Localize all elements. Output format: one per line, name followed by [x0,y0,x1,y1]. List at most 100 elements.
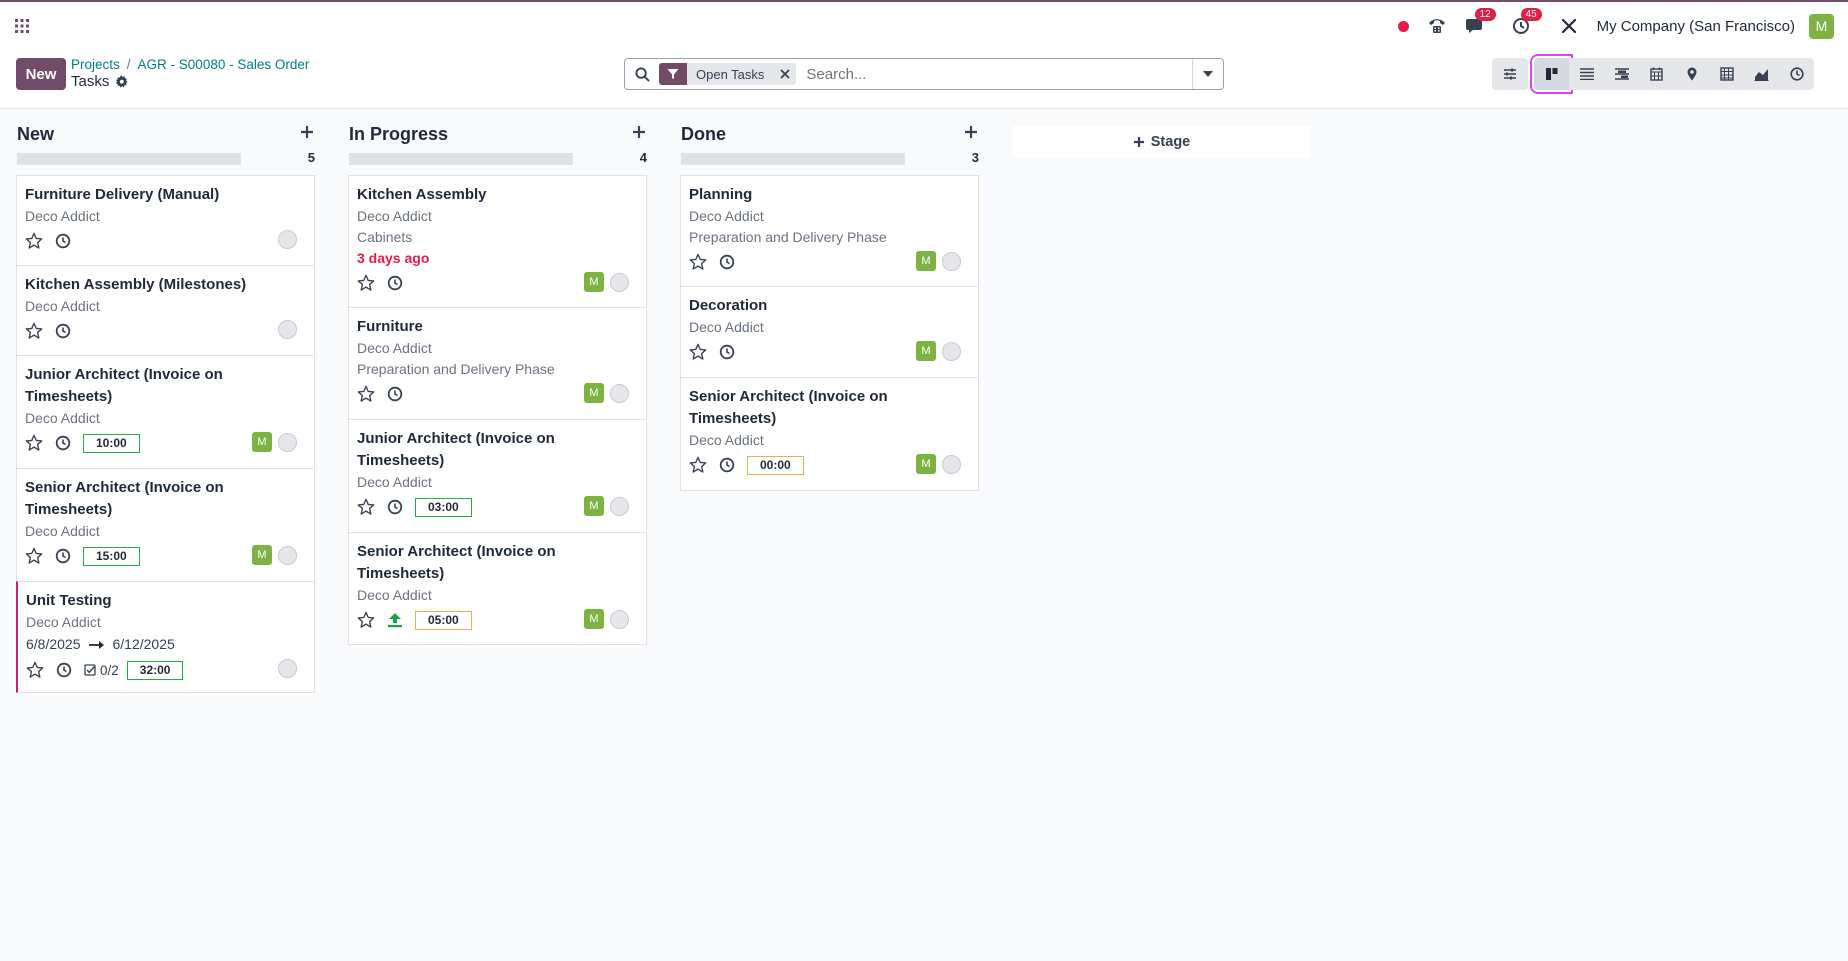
search-input[interactable] [802,59,1192,89]
column-progress-bar[interactable] [349,153,573,165]
assignee-avatar[interactable]: M [916,454,936,474]
assignee-avatar[interactable]: M [252,432,272,452]
debug-tools-icon[interactable] [1559,16,1579,36]
task-partner: Deco Addict [689,208,764,224]
star-icon[interactable] [689,343,707,361]
quick-create-plus-icon[interactable] [631,124,647,140]
kanban-state-indicator[interactable] [942,454,961,474]
column-header: New [16,120,315,144]
kanban-icon [1545,68,1557,80]
task-card[interactable]: Junior Architect (Invoice on Timesheets)… [348,419,647,533]
star-icon[interactable] [357,611,375,629]
activity-clock-icon[interactable] [55,233,71,249]
card-footer: M [357,380,637,408]
chat-icon[interactable]: 12 [1465,8,1496,36]
column-progress-bar[interactable] [681,153,905,165]
task-card[interactable]: Unit Testing Deco Addict 6/8/2025 6/12/2… [16,581,315,693]
activity-clock-icon[interactable] [387,275,403,291]
kanban-state-indicator[interactable] [942,341,961,361]
kanban-state-indicator[interactable] [278,320,297,339]
column-title[interactable]: New [17,124,54,145]
column-progress-bar[interactable] [17,153,241,165]
task-card[interactable]: Furniture Delivery (Manual) Deco Addict [16,175,315,266]
toggle-filters-button[interactable] [1492,58,1528,90]
kanban-state-indicator[interactable] [610,496,629,516]
pivot-view-button[interactable] [1709,58,1744,90]
activity-clock-icon[interactable] [387,386,403,402]
facet-remove-icon[interactable] [774,69,796,79]
apps-grid-icon[interactable] [14,18,30,34]
kanban-state-indicator[interactable] [610,272,629,292]
star-icon[interactable] [357,498,375,516]
subtask-checklist[interactable]: 0/2 [84,663,119,678]
task-partner: Deco Addict [25,523,100,539]
kanban-state-indicator[interactable] [610,383,629,403]
star-icon[interactable] [689,253,707,271]
assignee-avatar[interactable]: M [584,272,604,292]
gear-icon[interactable] [115,75,128,88]
kanban-state-indicator[interactable] [610,609,629,629]
activity-clock-icon[interactable] [55,435,71,451]
activity-clock-icon[interactable] [56,662,72,678]
task-card[interactable]: Senior Architect (Invoice on Timesheets)… [680,377,979,491]
task-card[interactable]: Junior Architect (Invoice on Timesheets)… [16,355,315,469]
kanban-state-indicator[interactable] [278,230,297,249]
new-button[interactable]: New [16,58,66,90]
assignee-avatar[interactable]: M [584,496,604,516]
kanban-state-indicator[interactable] [278,545,297,565]
star-icon[interactable] [25,434,43,452]
task-card[interactable]: Planning Deco Addict Preparation and Del… [680,175,979,287]
activity-clock-icon[interactable]: 45 [1511,8,1542,36]
graph-view-button[interactable] [1744,58,1779,90]
star-icon[interactable] [26,661,44,679]
add-stage-button[interactable]: Stage [1012,126,1311,158]
calendar-view-button[interactable] [1639,58,1674,90]
activity-clock-icon[interactable] [55,548,71,564]
column-title[interactable]: Done [681,124,726,145]
assignee-avatar[interactable]: M [916,251,936,271]
activity-clock-icon[interactable] [55,323,71,339]
activity-clock-icon[interactable] [387,499,403,515]
task-card[interactable]: Furniture Deco Addict Preparation and De… [348,307,647,420]
kanban-state-indicator[interactable] [942,251,961,271]
map-view-button[interactable] [1674,58,1709,90]
view-switcher [1492,54,1814,94]
assignee-avatar[interactable]: M [584,609,604,629]
task-card[interactable]: Kitchen Assembly (Milestones) Deco Addic… [16,265,315,356]
search-options-toggle[interactable] [1192,59,1223,89]
assignee-avatar[interactable]: M [252,545,272,565]
activity-clock-icon[interactable] [719,254,735,270]
assignee-avatar[interactable]: M [916,341,936,361]
column-title[interactable]: In Progress [349,124,448,145]
star-icon[interactable] [689,456,707,474]
gantt-view-button[interactable] [1604,58,1639,90]
phone-icon[interactable] [1427,16,1447,36]
search-icon[interactable] [625,66,659,82]
kanban-state-indicator[interactable] [278,659,297,678]
activity-clock-icon[interactable] [719,457,735,473]
card-footer: 10:00 M [25,429,305,457]
quick-create-plus-icon[interactable] [963,124,979,140]
breadcrumb-sales-order[interactable]: AGR - S00080 - Sales Order [138,57,310,72]
kanban-state-indicator[interactable] [278,432,297,452]
assignee-avatar[interactable]: M [584,383,604,403]
star-icon[interactable] [25,322,43,340]
task-card[interactable]: Kitchen Assembly Deco Addict Cabinets 3 … [348,175,647,308]
kanban-view-button[interactable] [1530,54,1573,94]
company-switcher[interactable]: My Company (San Francisco) [1597,18,1795,35]
star-icon[interactable] [25,232,43,250]
upload-arrow-icon[interactable] [387,612,403,628]
task-card[interactable]: Senior Architect (Invoice on Timesheets)… [348,532,647,645]
star-icon[interactable] [357,274,375,292]
list-view-button[interactable] [1569,58,1604,90]
breadcrumb-projects[interactable]: Projects [71,57,120,72]
star-icon[interactable] [357,385,375,403]
task-card[interactable]: Senior Architect (Invoice on Timesheets)… [16,468,315,582]
activity-view-button[interactable] [1779,58,1814,90]
quick-create-plus-icon[interactable] [299,124,315,140]
record-dot-icon[interactable] [1397,20,1409,32]
user-avatar[interactable]: M [1809,13,1834,39]
activity-clock-icon[interactable] [719,344,735,360]
task-card[interactable]: Decoration Deco Addict M [680,286,979,378]
star-icon[interactable] [25,547,43,565]
